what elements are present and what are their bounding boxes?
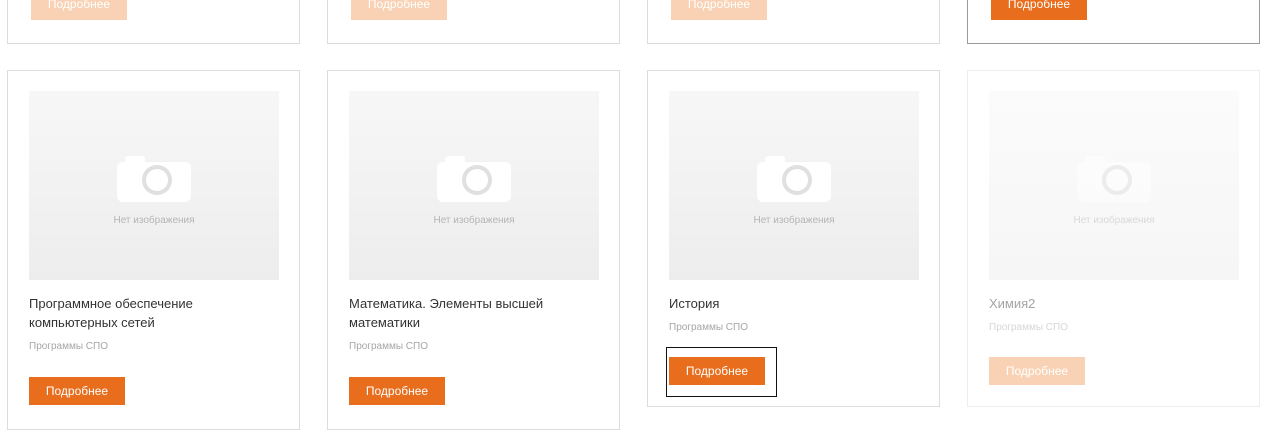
no-image-label: Нет изображения [433,215,515,226]
course-title[interactable]: Программное обеспечение компьютерных сет… [29,294,269,332]
course-thumbnail[interactable]: Нет изображения [669,91,919,280]
course-thumbnail[interactable]: Нет изображения [349,91,599,280]
course-card-top-3: Подробнее [647,0,940,44]
course-title[interactable]: История [669,294,909,313]
course-card[interactable]: Нет изображения Математика. Элементы выс… [327,70,620,430]
course-title[interactable]: Математика. Элементы высшей математики [349,294,589,332]
no-image-label: Нет изображения [113,215,195,226]
details-button[interactable]: Подробнее [989,357,1085,385]
course-card[interactable]: Нет изображения История Программы СПО По… [647,70,940,407]
course-card[interactable]: Нет изображения Программное обеспечение … [7,70,300,430]
course-category: Программы СПО [29,341,108,352]
course-thumbnail[interactable]: Нет изображения [29,91,279,280]
course-card[interactable]: Нет изображения Химия2 Программы СПО Под… [967,70,1260,407]
course-title[interactable]: Химия2 [989,294,1229,313]
camera-icon [437,156,511,202]
details-button[interactable]: Подробнее [351,0,447,20]
course-card-top-2: Подробнее [327,0,620,44]
course-thumbnail[interactable]: Нет изображения [989,91,1239,280]
no-image-label: Нет изображения [1073,215,1155,226]
course-card-top-4: Подробнее [967,0,1260,44]
course-category: Программы СПО [349,341,428,352]
details-button[interactable]: Подробнее [669,357,765,385]
no-image-label: Нет изображения [753,215,835,226]
course-category: Программы СПО [989,322,1068,333]
details-button[interactable]: Подробнее [31,0,127,20]
camera-icon [1077,156,1151,202]
details-button[interactable]: Подробнее [349,377,445,405]
course-category: Программы СПО [669,322,748,333]
camera-icon [757,156,831,202]
course-card-top-1: Подробнее [7,0,300,44]
details-button[interactable]: Подробнее [991,0,1087,20]
details-button[interactable]: Подробнее [671,0,767,20]
camera-icon [117,156,191,202]
details-button[interactable]: Подробнее [29,377,125,405]
